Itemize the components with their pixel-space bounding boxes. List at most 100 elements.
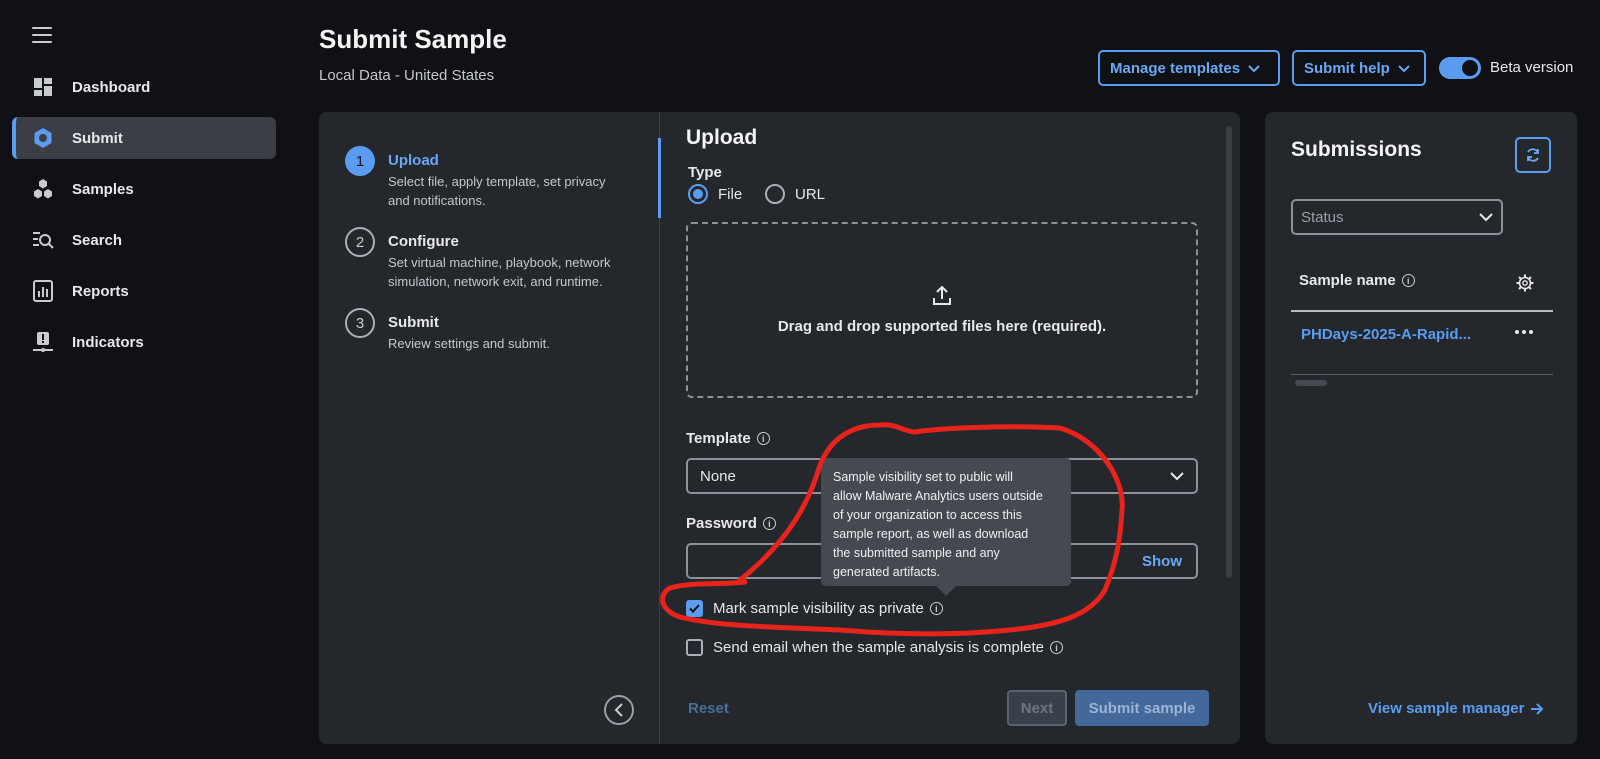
submissions-title: Submissions bbox=[1291, 138, 1422, 161]
indicators-icon bbox=[32, 331, 54, 353]
wizard-steps: 1 Upload Select file, apply template, se… bbox=[319, 112, 659, 744]
step-number: 3 bbox=[345, 308, 375, 338]
info-icon[interactable]: i bbox=[929, 602, 943, 615]
gear-icon[interactable] bbox=[1516, 274, 1534, 297]
refresh-icon bbox=[1527, 148, 1539, 162]
menu-hamburger-icon[interactable] bbox=[32, 27, 52, 45]
chevron-down-icon bbox=[1398, 60, 1410, 77]
form-title: Upload bbox=[686, 126, 758, 149]
sidebar-item-label: Dashboard bbox=[72, 78, 151, 96]
private-visibility-label: Mark sample visibility as private bbox=[713, 600, 924, 617]
page-title: Submit Sample bbox=[319, 24, 507, 54]
email-notify-checkbox[interactable] bbox=[686, 639, 703, 656]
sidebar-item-label: Search bbox=[72, 231, 123, 249]
email-notify-checkbox-row[interactable]: Send email when the sample analysis is c… bbox=[686, 639, 1064, 656]
view-sample-manager-link[interactable]: View sample manager bbox=[1368, 700, 1544, 717]
more-options-icon[interactable] bbox=[1513, 324, 1535, 340]
status-placeholder: Status bbox=[1301, 208, 1344, 226]
dropzone-text: Drag and drop supported files here (requ… bbox=[777, 317, 1107, 335]
step-submit[interactable]: 3 Submit Review settings and submit. bbox=[345, 308, 628, 353]
samples-cubes-icon bbox=[32, 178, 54, 200]
arrow-right-icon bbox=[1531, 702, 1544, 715]
sidebar-item-label: Indicators bbox=[72, 333, 144, 351]
step-configure[interactable]: 2 Configure Set virtual machine, playboo… bbox=[345, 227, 628, 291]
submit-help-button[interactable]: Submit help bbox=[1292, 50, 1426, 86]
next-button[interactable]: Next bbox=[1007, 690, 1067, 726]
step-number: 2 bbox=[345, 227, 375, 257]
sidebar-item-indicators[interactable]: Indicators bbox=[12, 321, 276, 363]
radio-circle bbox=[688, 184, 708, 204]
tooltip-line: sample report, as well as download bbox=[833, 527, 1029, 541]
upload-form: Upload Type File URL Drag and drop suppo… bbox=[660, 112, 1240, 744]
step-description: Set virtual machine, playbook, network s… bbox=[388, 255, 611, 289]
template-label: Template i bbox=[686, 430, 770, 447]
sidebar-item-label: Samples bbox=[72, 180, 134, 198]
sample-name-column-header[interactable]: Sample name i bbox=[1299, 272, 1415, 289]
file-dropzone[interactable]: Drag and drop supported files here (requ… bbox=[686, 222, 1198, 398]
manage-templates-button[interactable]: Manage templates bbox=[1098, 50, 1280, 86]
email-notify-label: Send email when the sample analysis is c… bbox=[713, 639, 1045, 656]
submit-help-label: Submit help bbox=[1304, 59, 1390, 77]
submissions-panel: Submissions Status Sample name i PHDays-… bbox=[1265, 112, 1577, 744]
sidebar-item-dashboard[interactable]: Dashboard bbox=[12, 66, 276, 108]
table-horizontal-scrollbar[interactable] bbox=[1295, 380, 1327, 386]
step-title: Configure bbox=[388, 233, 459, 250]
status-filter-select[interactable]: Status bbox=[1291, 199, 1503, 235]
password-label: Password i bbox=[686, 515, 776, 532]
view-manager-label: View sample manager bbox=[1368, 700, 1525, 717]
sidebar-item-search[interactable]: Search bbox=[12, 219, 276, 261]
radio-circle bbox=[765, 184, 785, 204]
submit-wizard-panel: 1 Upload Select file, apply template, se… bbox=[319, 112, 1240, 744]
sidebar-item-samples[interactable]: Samples bbox=[12, 168, 276, 210]
form-scrollbar[interactable] bbox=[1226, 126, 1232, 578]
step-number: 1 bbox=[345, 146, 375, 176]
page-subtitle: Local Data - United States bbox=[319, 67, 495, 84]
submit-gear-icon bbox=[32, 127, 54, 149]
chevron-down-icon bbox=[1170, 471, 1184, 480]
sidebar-item-label: Submit bbox=[72, 129, 123, 147]
toggle-knob bbox=[1462, 60, 1478, 76]
info-icon[interactable]: i bbox=[756, 432, 770, 445]
sidebar-item-reports[interactable]: Reports bbox=[12, 270, 276, 312]
upload-icon bbox=[933, 285, 951, 305]
step-title: Upload bbox=[388, 152, 439, 169]
tooltip-line: Sample visibility set to public will bbox=[833, 470, 1013, 484]
column-header-label: Sample name bbox=[1299, 272, 1396, 289]
reports-icon bbox=[32, 280, 54, 302]
visibility-tooltip: Sample visibility set to public will all… bbox=[821, 458, 1071, 586]
radio-label: File bbox=[718, 185, 743, 203]
chevron-left-icon bbox=[614, 703, 623, 717]
sidebar-item-label: Reports bbox=[72, 282, 129, 300]
tooltip-line: generated artifacts. bbox=[833, 565, 941, 579]
tooltip-line: of your organization to access this bbox=[833, 508, 1022, 522]
type-radio-url[interactable]: URL bbox=[765, 184, 825, 204]
reset-button[interactable]: Reset bbox=[688, 700, 729, 717]
private-visibility-checkbox-row[interactable]: Mark sample visibility as private i bbox=[686, 600, 943, 617]
template-label-text: Template bbox=[686, 430, 751, 447]
chevron-down-icon bbox=[1479, 212, 1493, 221]
info-icon[interactable]: i bbox=[762, 517, 776, 530]
info-icon[interactable]: i bbox=[1050, 641, 1064, 654]
checkmark-icon bbox=[689, 604, 700, 613]
sample-name-link[interactable]: PHDays-2025-A-Rapid... bbox=[1301, 326, 1483, 343]
sidebar-nav: Dashboard Submit Samples Search Reports … bbox=[12, 66, 276, 372]
password-show-toggle[interactable]: Show bbox=[1142, 553, 1182, 570]
collapse-steps-button[interactable] bbox=[604, 695, 634, 725]
template-value: None bbox=[700, 467, 736, 485]
info-icon[interactable]: i bbox=[1401, 274, 1415, 287]
submit-sample-button[interactable]: Submit sample bbox=[1075, 690, 1209, 726]
type-radio-file[interactable]: File bbox=[688, 184, 742, 204]
step-upload[interactable]: 1 Upload Select file, apply template, se… bbox=[345, 146, 628, 210]
dashboard-icon bbox=[32, 76, 54, 98]
sidebar-item-submit[interactable]: Submit bbox=[12, 117, 276, 159]
private-visibility-checkbox[interactable] bbox=[686, 600, 703, 617]
beta-version-toggle[interactable] bbox=[1439, 57, 1481, 79]
refresh-button[interactable] bbox=[1515, 137, 1551, 173]
password-label-text: Password bbox=[686, 515, 757, 532]
table-row-divider bbox=[1291, 374, 1553, 375]
step-description: Review settings and submit. bbox=[388, 336, 550, 351]
beta-version-label: Beta version bbox=[1490, 59, 1574, 76]
search-icon bbox=[32, 229, 54, 251]
table-header-divider bbox=[1291, 310, 1553, 312]
radio-label: URL bbox=[795, 185, 826, 203]
